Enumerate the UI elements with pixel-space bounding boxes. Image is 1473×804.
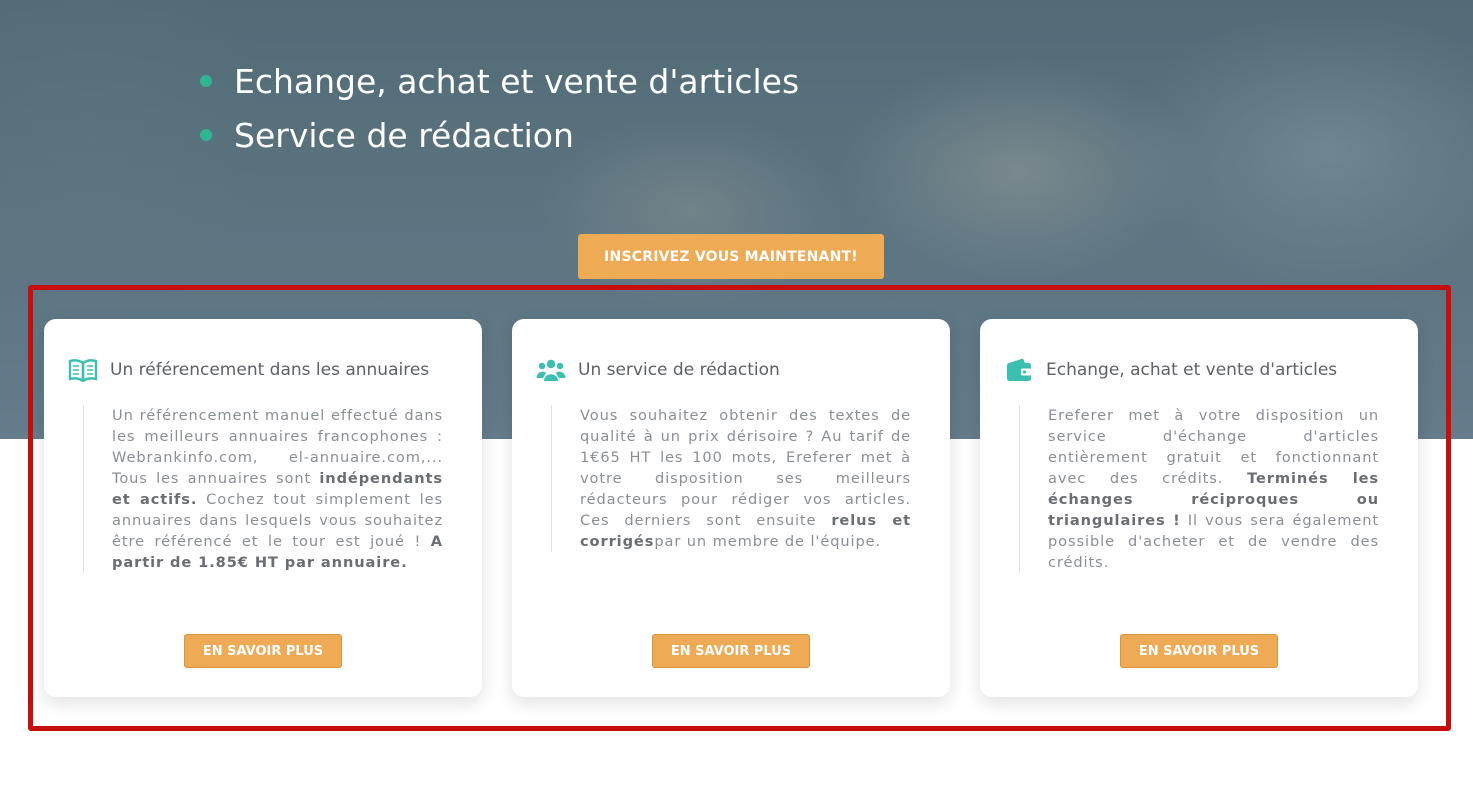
- hero-feature-label: Echange, achat et vente d'articles: [234, 61, 800, 101]
- emphasis-text: indépendants et actifs.: [112, 470, 443, 508]
- emphasis-text: relus et corrigés: [580, 512, 911, 550]
- bullet-dot-icon: [200, 129, 212, 141]
- learn-more-button[interactable]: EN SAVOIR PLUS: [184, 634, 342, 668]
- hero-feature-list: Echange, achat et vente d'articles Servi…: [200, 54, 799, 162]
- card-description: Ereferer met à votre disposition un serv…: [1019, 405, 1379, 573]
- emphasis-text: A partir de 1.85€ HT par annuaire.: [112, 533, 443, 571]
- section-heading-partial: [648, 784, 698, 804]
- wallet-icon: [1004, 357, 1034, 383]
- emphasis-text: Terminés les échanges réciproques ou tri…: [1048, 470, 1380, 529]
- card-title: Echange, achat et vente d'articles: [1046, 360, 1338, 380]
- users-group-icon: [536, 357, 566, 383]
- card-header: Un service de rédaction: [536, 357, 930, 383]
- card-description: Vous souhaitez obtenir des textes de qua…: [551, 405, 911, 552]
- card-header: Un référencement dans les annuaires: [68, 357, 462, 383]
- card-title: Un service de rédaction: [578, 360, 780, 380]
- hero-feature-item: Echange, achat et vente d'articles: [200, 54, 799, 108]
- card-title: Un référencement dans les annuaires: [110, 360, 430, 380]
- learn-more-button[interactable]: EN SAVOIR PLUS: [652, 634, 810, 668]
- signup-now-button[interactable]: INSCRIVEZ VOUS MAINTENANT!: [578, 234, 884, 279]
- hero-feature-item: Service de rédaction: [200, 108, 799, 162]
- open-book-icon: [68, 357, 98, 383]
- bullet-dot-icon: [200, 75, 212, 87]
- hero-feature-label: Service de rédaction: [234, 115, 574, 155]
- card-description: Un référencement manuel effectué dans le…: [83, 405, 443, 573]
- feature-card-writing: Un service de rédaction Vous souhaitez o…: [512, 319, 950, 697]
- card-header: Echange, achat et vente d'articles: [1004, 357, 1398, 383]
- feature-card-directories: Un référencement dans les annuaires Un r…: [44, 319, 482, 697]
- feature-card-articles: Echange, achat et vente d'articles Erefe…: [980, 319, 1418, 697]
- learn-more-button[interactable]: EN SAVOIR PLUS: [1120, 634, 1278, 668]
